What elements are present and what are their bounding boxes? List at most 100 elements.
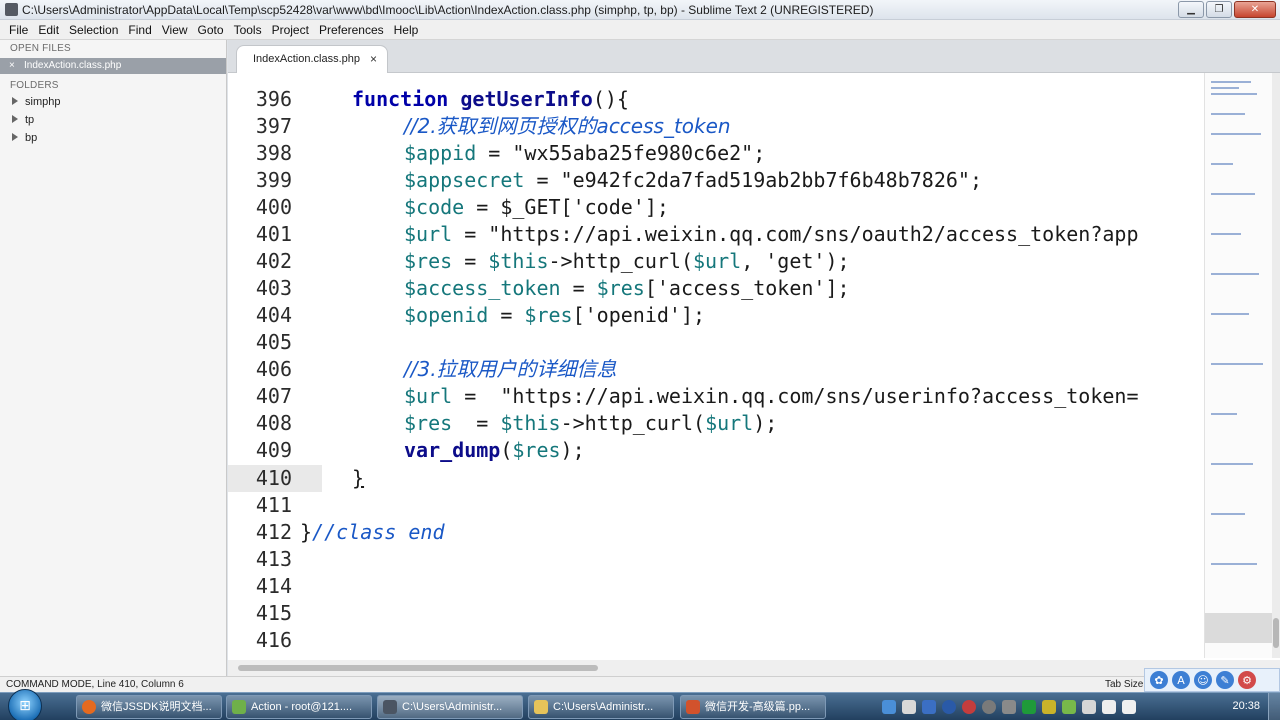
clock[interactable]: 20:38 <box>1232 700 1260 712</box>
code-line-397: //2.获取到网页授权的access_token <box>404 113 731 140</box>
paw-icon[interactable]: ✿ <box>1150 671 1168 689</box>
menu-preferences[interactable]: Preferences <box>314 23 389 37</box>
tray-app-icon[interactable] <box>1042 700 1056 714</box>
code-line-410: } <box>352 465 364 492</box>
start-button[interactable]: ⊞ <box>8 689 42 720</box>
system-tray <box>882 697 1136 717</box>
expand-arrow-icon[interactable] <box>12 97 18 105</box>
folder-bp[interactable]: bp <box>12 132 37 144</box>
smiley-icon[interactable]: ☺ <box>1194 671 1212 689</box>
variable: $res <box>512 438 561 462</box>
maximize-button[interactable]: ❐ <box>1206 1 1232 18</box>
variable: $url <box>705 411 754 435</box>
tray-app-icon[interactable] <box>942 700 956 714</box>
keyword-function: function <box>352 87 449 111</box>
show-desktop-button[interactable] <box>1268 693 1280 720</box>
minimap-viewport[interactable] <box>1205 613 1273 643</box>
taskbar-item-label: C:\Users\Administr... <box>402 701 503 713</box>
minimap-line <box>1211 87 1239 89</box>
horizontal-scrollbar[interactable] <box>228 660 1280 676</box>
code-text: = "e942fc2da7fad519ab2bb7f6b48b7826"; <box>524 168 982 192</box>
open-file-item[interactable]: × IndexAction.class.php <box>0 58 226 74</box>
tray-app-icon[interactable] <box>922 700 936 714</box>
minimize-button[interactable]: ▁ <box>1178 1 1204 18</box>
taskbar: ⊞ 微信JSSDK说明文档... Action - root@121.... C… <box>0 689 1280 720</box>
minimap-line <box>1211 113 1245 115</box>
code-text: ( <box>500 438 513 462</box>
taskbar-item-firefox[interactable]: 微信JSSDK说明文档... <box>76 695 222 719</box>
line-number: 399 <box>255 168 292 192</box>
menu-edit[interactable]: Edit <box>33 23 64 37</box>
shield-icon[interactable] <box>1082 700 1096 714</box>
powerpoint-icon <box>686 700 700 714</box>
code-line-396: function getUserInfo(){ <box>352 86 629 113</box>
code-line-400: $code = $_GET['code']; <box>404 194 669 221</box>
tray-app-icon[interactable] <box>982 700 996 714</box>
minimap-line <box>1211 313 1249 315</box>
minimap-line <box>1211 93 1257 95</box>
close-file-icon[interactable]: × <box>9 58 15 74</box>
code-line-402: $res = $this->http_curl($url, 'get'); <box>404 248 850 275</box>
taskbar-item-sublime[interactable]: C:\Users\Administr... <box>377 695 523 719</box>
menu-view[interactable]: View <box>157 23 193 37</box>
tray-app-icon[interactable] <box>882 700 896 714</box>
tab-indexaction[interactable]: IndexAction.class.php × <box>236 45 388 73</box>
line-number: 414 <box>255 574 292 598</box>
settings-icon[interactable]: ⚙ <box>1238 671 1256 689</box>
terminal-icon <box>232 700 246 714</box>
taskbar-item-explorer[interactable]: C:\Users\Administr... <box>528 695 674 719</box>
taskbar-item-terminal[interactable]: Action - root@121.... <box>226 695 372 719</box>
vertical-scrollbar[interactable] <box>1272 73 1280 658</box>
title-bar: C:\Users\Administrator\AppData\Local\Tem… <box>0 0 1280 20</box>
code-line-412: }//class end <box>300 519 445 546</box>
menu-file[interactable]: File <box>4 23 33 37</box>
tray-app-icon[interactable] <box>1022 700 1036 714</box>
code-line-399: $appsecret = "e942fc2da7fad519ab2bb7f6b4… <box>404 167 982 194</box>
line-number: 405 <box>255 330 292 354</box>
menu-find[interactable]: Find <box>123 23 156 37</box>
variable: $openid <box>404 303 489 327</box>
variable: $appid <box>404 141 477 165</box>
pen-icon[interactable]: ✎ <box>1216 671 1234 689</box>
tab-label: IndexAction.class.php <box>253 53 361 65</box>
menu-selection[interactable]: Selection <box>64 23 123 37</box>
line-number: 415 <box>255 601 292 625</box>
tray-app-icon[interactable] <box>1002 700 1016 714</box>
menu-help[interactable]: Help <box>389 23 424 37</box>
menu-tools[interactable]: Tools <box>229 23 267 37</box>
minimap-line <box>1211 273 1259 275</box>
language-icon[interactable]: A <box>1172 671 1190 689</box>
code-area[interactable]: 396 397 398 399 400 401 402 403 404 405 … <box>228 73 1204 658</box>
code-line-404: $openid = $res['openid']; <box>404 302 705 329</box>
tray-app-icon[interactable] <box>1062 700 1076 714</box>
variable: $code <box>404 195 465 219</box>
scroll-thumb[interactable] <box>238 665 598 671</box>
tray-app-icon[interactable] <box>962 700 976 714</box>
code-text: (){ <box>592 87 629 111</box>
code-text: ['openid']; <box>572 303 706 327</box>
folder-tp[interactable]: tp <box>12 114 34 126</box>
variable: $access_token <box>404 276 561 300</box>
code-text: = $_GET['code']; <box>464 195 669 219</box>
expand-arrow-icon[interactable] <box>12 133 18 141</box>
variable: $res <box>524 303 573 327</box>
minimap-line <box>1211 413 1237 415</box>
taskbar-item-powerpoint[interactable]: 微信开发-高级篇.pp... <box>680 695 826 719</box>
volume-icon[interactable] <box>1122 700 1136 714</box>
tab-size-indicator[interactable]: Tab Size <box>1105 679 1143 690</box>
network-icon[interactable] <box>1102 700 1116 714</box>
scroll-thumb[interactable] <box>1273 618 1279 648</box>
tab-close-icon[interactable]: × <box>370 46 377 72</box>
tray-app-icon[interactable] <box>902 700 916 714</box>
code-text: ); <box>560 438 585 462</box>
menu-project[interactable]: Project <box>267 23 314 37</box>
folder-simphp[interactable]: simphp <box>12 96 60 108</box>
function-call: var_dump <box>404 438 501 462</box>
close-button[interactable]: ✕ <box>1234 1 1276 18</box>
minimap[interactable] <box>1204 73 1273 658</box>
expand-arrow-icon[interactable] <box>12 115 18 123</box>
menu-goto[interactable]: Goto <box>193 23 229 37</box>
line-number: 407 <box>255 384 292 408</box>
line-number: 397 <box>255 114 292 138</box>
code-text: , 'get'); <box>741 249 850 273</box>
